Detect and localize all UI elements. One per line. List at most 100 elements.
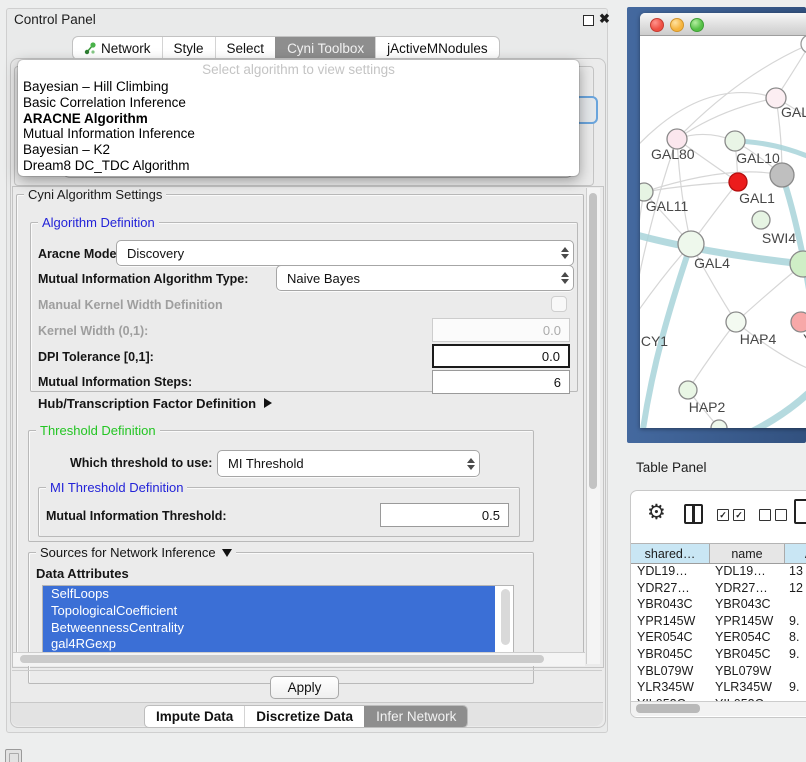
bottom-tab-label: Impute Data: [156, 709, 233, 724]
float-panel-icon[interactable]: [583, 15, 594, 26]
table-cell: YLR345W: [709, 679, 783, 696]
table-row[interactable]: YDL19…YDL19…13: [631, 563, 806, 580]
table-row[interactable]: YBL079WYBL079W: [631, 663, 806, 680]
table-row[interactable]: YBR043CYBR043C: [631, 596, 806, 613]
network-node-gal4[interactable]: [678, 231, 704, 257]
network-node-label: HAP4: [740, 331, 777, 347]
tab-jactivemnodules[interactable]: jActiveMNodules: [375, 37, 499, 59]
table-row[interactable]: YER054CYER054C8.: [631, 629, 806, 646]
algorithm-menu-item-aracne-algorithm[interactable]: ARACNE Algorithm: [18, 111, 579, 127]
bottom-tab-label: Discretize Data: [256, 709, 353, 724]
minimize-window-icon[interactable]: [670, 18, 684, 32]
file-icon[interactable]: [794, 499, 806, 524]
cyni-settings-title: Cyni Algorithm Settings: [24, 188, 166, 201]
deselect-all-columns-icon[interactable]: [759, 509, 787, 521]
which-threshold-combobox[interactable]: MI Threshold: [217, 450, 480, 477]
network-node[interactable]: [770, 163, 794, 187]
tab-label: Network: [101, 41, 151, 56]
table-horizontal-scrollbar[interactable]: [631, 701, 806, 716]
table-cell: YDR27…: [631, 580, 709, 597]
tab-select[interactable]: Select: [215, 37, 276, 59]
zoom-window-icon[interactable]: [690, 18, 704, 32]
algorithm-menu-item-mutual-information-inference[interactable]: Mutual Information Inference: [18, 126, 579, 142]
minimized-panel-icon[interactable]: [5, 749, 22, 762]
table-row[interactable]: YBR045CYBR045C9.: [631, 646, 806, 663]
network-node[interactable]: [801, 36, 806, 53]
column-header-name[interactable]: name: [710, 544, 785, 563]
network-window-titlebar[interactable]: [640, 13, 806, 36]
mi-steps-label: Mutual Information Steps:: [38, 375, 192, 389]
data-attributes-list[interactable]: SelfLoopsTopologicalCoefficientBetweenne…: [42, 585, 514, 654]
tab-style[interactable]: Style: [162, 37, 215, 59]
mi-type-combobox[interactable]: Naive Bayes: [276, 265, 574, 291]
table-header-row: shared…nameA: [631, 543, 806, 564]
close-window-icon[interactable]: [650, 18, 664, 32]
scrollbar-thumb[interactable]: [589, 193, 597, 489]
attribute-item-gal4rgexp[interactable]: gal4RGexp: [43, 636, 495, 653]
hub-definition-label: Hub/Transcription Factor Definition: [38, 396, 256, 411]
column-layout-icon[interactable]: [684, 504, 703, 524]
list-scrollbar-thumb[interactable]: [501, 589, 510, 645]
gear-icon[interactable]: ⚙: [647, 500, 666, 525]
network-node-gal1[interactable]: [729, 173, 747, 191]
network-node[interactable]: [752, 211, 770, 229]
network-node-gal10[interactable]: [725, 131, 745, 151]
scrollbar-thumb[interactable]: [636, 704, 700, 713]
control-panel-title: Control Panel: [14, 12, 96, 27]
mi-type-label: Mutual Information Algorithm Type:: [38, 272, 248, 286]
attribute-item-selfloops[interactable]: SelfLoops: [43, 586, 495, 603]
network-node-hap4[interactable]: [726, 312, 746, 332]
algorithm-menu-item-bayesian-k2[interactable]: Bayesian – K2: [18, 142, 579, 158]
table-cell: 9.: [783, 613, 806, 630]
table-row[interactable]: YPR145WYPR145W9.: [631, 613, 806, 630]
table-cell: [783, 663, 806, 680]
table-row[interactable]: YDR27…YDR27…12: [631, 580, 806, 597]
table-row[interactable]: YLR345WYLR345W9.: [631, 679, 806, 696]
mi-threshold-field[interactable]: 0.5: [380, 503, 509, 527]
network-node-label: HAP2: [689, 399, 726, 415]
settings-vertical-scrollbar[interactable]: [586, 188, 600, 664]
algorithm-menu-item-dream8-dc-tdc-algorithm[interactable]: Dream8 DC_TDC Algorithm: [18, 158, 579, 174]
attribute-item-betweennesscentrality[interactable]: BetweennessCentrality: [43, 620, 495, 637]
table-cell: YPR145W: [631, 613, 709, 630]
mi-steps-field[interactable]: 6: [432, 370, 570, 394]
sources-toggle[interactable]: Sources for Network Inference: [36, 546, 236, 559]
manual-kernel-checkbox[interactable]: [551, 296, 567, 312]
kernel-width-field[interactable]: 0.0: [432, 318, 570, 342]
table-panel-title: Table Panel: [636, 460, 707, 475]
scrollbar-thumb[interactable]: [20, 655, 544, 663]
algorithm-menu-item-bayesian-hill-climbing[interactable]: Bayesian – Hill Climbing: [18, 79, 579, 95]
expanded-arrow-icon: [222, 549, 232, 557]
hub-definition-toggle[interactable]: Hub/Transcription Factor Definition: [38, 396, 272, 411]
tab-cyni-toolbox[interactable]: Cyni Toolbox: [275, 37, 375, 59]
network-node-y[interactable]: [791, 312, 806, 332]
network-node-hap2[interactable]: [679, 381, 697, 399]
network-canvas[interactable]: GAL7GAL80GAL10GAL1GAL11SWI4GAL4GCY1HAP4Y…: [640, 36, 806, 428]
aracne-mode-value: Discovery: [117, 246, 557, 261]
bottom-tab-impute-data[interactable]: Impute Data: [145, 706, 244, 727]
close-panel-icon[interactable]: ✖: [599, 11, 610, 27]
sources-title: Sources for Network Inference: [40, 546, 216, 559]
select-all-columns-icon[interactable]: ✓✓: [717, 509, 745, 521]
column-header-a[interactable]: A: [785, 544, 806, 563]
table-cell: YDR27…: [709, 580, 783, 597]
bottom-tab-discretize-data[interactable]: Discretize Data: [244, 706, 364, 727]
tab-network[interactable]: Network: [73, 37, 162, 59]
algorithm-menu-item-basic-correlation-inference[interactable]: Basic Correlation Inference: [18, 95, 579, 111]
data-attributes-label: Data Attributes: [36, 566, 129, 581]
network-node-label: SWI4: [762, 230, 796, 246]
apply-button[interactable]: Apply: [270, 676, 339, 699]
dpi-tolerance-field[interactable]: 0.0: [432, 344, 570, 368]
table-cell: 9.: [783, 679, 806, 696]
network-node-label: GAL11: [646, 198, 689, 214]
settings-horizontal-scrollbar[interactable]: [13, 652, 585, 666]
manual-kernel-label: Manual Kernel Width Definition: [38, 298, 223, 312]
aracne-mode-combobox[interactable]: Discovery: [116, 240, 574, 266]
kernel-width-label: Kernel Width (0,1):: [38, 324, 148, 338]
network-node-label: GAL80: [651, 146, 695, 162]
column-header-shared[interactable]: shared…: [631, 544, 710, 563]
attribute-item-topologicalcoefficient[interactable]: TopologicalCoefficient: [43, 603, 495, 620]
bottom-tab-infer-network[interactable]: Infer Network: [364, 706, 467, 727]
application-window: Control Panel ✖ Network StyleSelectCyni T…: [0, 0, 806, 762]
network-window[interactable]: GAL7GAL80GAL10GAL1GAL11SWI4GAL4GCY1HAP4Y…: [640, 13, 806, 428]
